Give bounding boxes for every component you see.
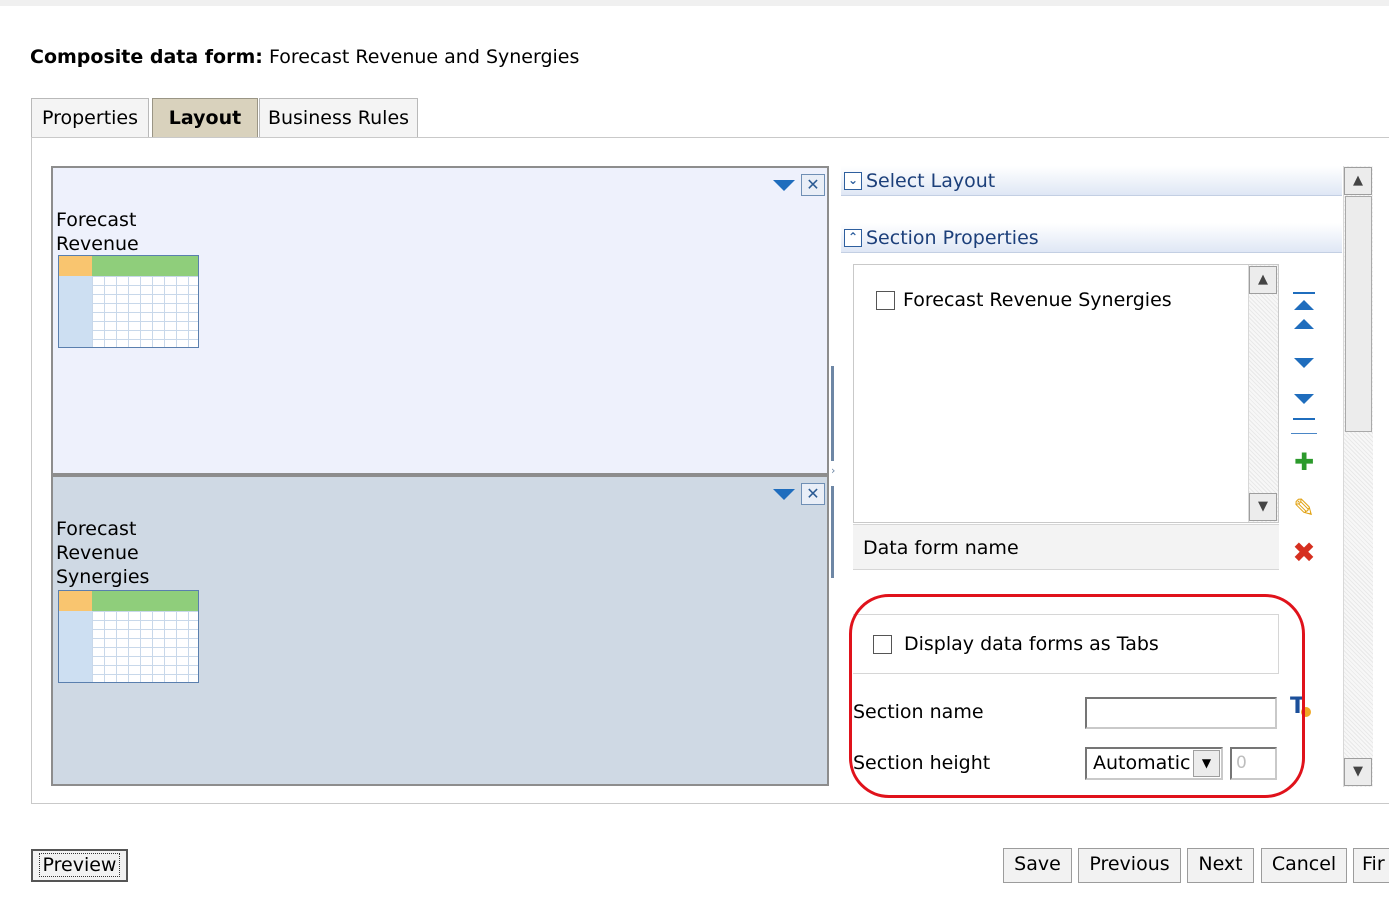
display-as-tabs-option[interactable]: Display data forms as Tabs: [853, 614, 1279, 674]
top-border: [0, 0, 1389, 6]
section-tools: ✕: [773, 174, 825, 196]
display-as-tabs-checkbox[interactable]: [873, 634, 892, 654]
tab-business-rules[interactable]: Business Rules: [259, 98, 418, 138]
splitter-bar: [831, 366, 834, 461]
section-height-label: Section height: [853, 752, 991, 774]
tab-layout[interactable]: Layout: [152, 98, 258, 138]
page-title: Composite data form: Forecast Revenue an…: [30, 46, 579, 68]
panel-splitter[interactable]: ›: [830, 366, 836, 578]
right-panel-scrollbar[interactable]: ▲ ▼: [1343, 166, 1373, 787]
next-button[interactable]: Next: [1187, 848, 1254, 883]
collapse-icon: ⌃: [844, 228, 862, 247]
page-title-value: Forecast Revenue and Synergies: [268, 46, 580, 68]
section-tools: ✕: [773, 483, 825, 505]
scrollbar-thumb[interactable]: [1345, 196, 1372, 432]
expand-icon: ⌄: [844, 171, 862, 190]
tab-properties[interactable]: Properties: [31, 98, 149, 138]
splitter-grip-icon[interactable]: ›: [831, 464, 835, 477]
move-down-icon[interactable]: [1287, 358, 1321, 368]
list-item-label: Forecast Revenue Synergies: [903, 289, 1172, 311]
section-menu-icon[interactable]: [773, 488, 795, 500]
toolbar-divider: [1291, 433, 1317, 434]
data-form-label: Forecast Revenue Synergies: [56, 518, 150, 588]
edit-pencil-icon[interactable]: ✎: [1287, 494, 1321, 524]
finish-button[interactable]: Fir: [1353, 848, 1389, 883]
text-edit-icon[interactable]: T: [1290, 694, 1311, 719]
chevron-down-icon[interactable]: ▼: [1193, 750, 1220, 777]
data-form-grid-icon[interactable]: [58, 590, 199, 683]
section-menu-icon[interactable]: [773, 179, 795, 191]
layout-section-top[interactable]: ✕ Forecast Revenue: [51, 166, 829, 475]
data-form-label: Forecast Revenue: [56, 209, 139, 255]
section-close-icon[interactable]: ✕: [801, 483, 825, 505]
display-as-tabs-label: Display data forms as Tabs: [904, 633, 1159, 655]
section-height-value-input[interactable]: 0: [1230, 747, 1277, 780]
save-button[interactable]: Save: [1003, 848, 1072, 883]
preview-button-label: Preview: [38, 853, 121, 877]
data-forms-list: Forecast Revenue Synergies ▲ ▼: [853, 264, 1279, 523]
cancel-button[interactable]: Cancel: [1261, 848, 1347, 883]
delete-icon[interactable]: ✖: [1287, 536, 1321, 569]
section-height-select[interactable]: Automatic ▼: [1085, 747, 1223, 780]
section-name-label: Section name: [853, 701, 984, 723]
preview-button[interactable]: Preview: [31, 849, 128, 882]
page-title-prefix: Composite data form:: [30, 46, 263, 68]
scroll-down-icon[interactable]: ▼: [1344, 758, 1372, 786]
list-scrollbar[interactable]: ▲ ▼: [1248, 265, 1278, 522]
add-data-form-icon[interactable]: ✚: [1287, 448, 1321, 476]
form-checkbox[interactable]: [876, 290, 895, 310]
section-name-input[interactable]: [1085, 697, 1277, 729]
section-properties-label: Section Properties: [866, 226, 1039, 249]
section-height-selected: Automatic: [1093, 752, 1191, 774]
scroll-up-icon[interactable]: ▲: [1249, 266, 1277, 294]
section-close-icon[interactable]: ✕: [801, 174, 825, 196]
splitter-bar: [831, 486, 834, 578]
move-to-top-icon[interactable]: [1287, 278, 1321, 310]
move-to-bottom-icon[interactable]: [1287, 394, 1321, 426]
scroll-up-icon[interactable]: ▲: [1344, 167, 1372, 195]
layout-section-bottom[interactable]: ✕ Forecast Revenue Synergies: [51, 475, 829, 786]
select-layout-header[interactable]: ⌄ Select Layout: [841, 166, 1342, 196]
data-form-name-header: Data form name: [853, 524, 1279, 570]
list-item[interactable]: Forecast Revenue Synergies: [876, 289, 1172, 311]
move-up-icon[interactable]: [1287, 319, 1321, 329]
scroll-down-icon[interactable]: ▼: [1249, 493, 1277, 521]
previous-button[interactable]: Previous: [1078, 848, 1181, 883]
section-properties-header[interactable]: ⌃ Section Properties: [841, 223, 1342, 253]
select-layout-label: Select Layout: [866, 169, 996, 192]
data-form-grid-icon[interactable]: [58, 255, 199, 348]
